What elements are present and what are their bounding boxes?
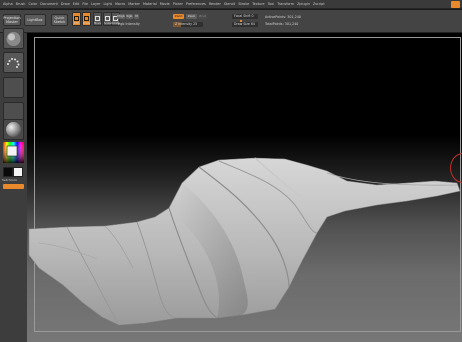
current-tool-thumbnail[interactable]	[3, 28, 24, 49]
active-points-readout: ActivePoints: 301,240	[265, 15, 301, 19]
menu-item-alpha[interactable]: Alpha	[3, 0, 13, 9]
focal-shift-value: 0	[251, 14, 254, 18]
mrgb-label: Mrgb	[117, 14, 125, 18]
rgb-toggle[interactable]: Rgb	[126, 14, 133, 19]
zadd-label: Zadd	[174, 14, 183, 18]
main-color-swatch[interactable]	[13, 167, 23, 177]
switch-color-label: SwitchColor	[2, 179, 18, 182]
z-intensity-value: 25	[193, 22, 198, 26]
zbrush-logo-button[interactable]	[451, 1, 460, 8]
draw-size-slider[interactable]: Draw Size 64	[232, 22, 258, 27]
menu-item-picker[interactable]: Picker	[173, 0, 183, 9]
focal-shift-slider[interactable]: Focal Shift 0	[232, 14, 258, 19]
slider-marker	[240, 20, 242, 22]
z-intensity-slider[interactable]: Z Intensity 25	[173, 22, 203, 27]
menu-item-file[interactable]: File	[82, 0, 88, 9]
menu-item-zplugin[interactable]: Zplugin	[297, 0, 310, 9]
menu-item-preferences[interactable]: Preferences	[186, 0, 206, 9]
menu-item-movie[interactable]: Movie	[160, 0, 170, 9]
alpha-thumbnail[interactable]	[3, 77, 24, 98]
color-picker[interactable]	[3, 142, 24, 163]
menu-item-tool[interactable]: Tool	[268, 0, 275, 9]
edit-icon	[74, 16, 79, 21]
projection-master-label: Projection Master	[3, 16, 21, 24]
sculpted-cloth-mesh	[28, 157, 461, 326]
zcut-toggle[interactable]: Zcut	[198, 14, 207, 19]
zcut-label: Zcut	[199, 14, 206, 18]
lightbox-label: LightBox	[27, 18, 43, 22]
rgb-intensity-label: Rgb Intensity	[118, 22, 140, 26]
secondary-color-swatch[interactable]	[3, 167, 13, 177]
tool-button-draw[interactable]: Draw	[82, 12, 91, 26]
draw-size-label: Draw Size	[234, 22, 250, 26]
quick-sketch-label: Quick Sketch	[53, 16, 66, 24]
tool-button-move[interactable]: Move	[93, 12, 102, 26]
menu-item-edit[interactable]: Edit	[73, 0, 80, 9]
color-swatch-icon	[3, 142, 24, 163]
menu-item-stencil[interactable]: Stencil	[224, 0, 235, 9]
menu-item-color[interactable]: Color	[28, 0, 37, 9]
move-icon	[95, 16, 100, 21]
menu-item-document[interactable]: Document	[40, 0, 58, 9]
projection-master-button[interactable]: Projection Master	[3, 14, 21, 26]
menu-item-material[interactable]: Material	[143, 0, 157, 9]
m-toggle[interactable]: M	[134, 14, 139, 19]
menu-item-layer[interactable]: Layer	[91, 0, 100, 9]
total-points-readout: TotalPoints: 301,240	[265, 22, 299, 26]
menu-item-stroke[interactable]: Stroke	[238, 0, 249, 9]
mrgb-toggle[interactable]: Mrgb	[117, 14, 125, 19]
menu-item-draw[interactable]: Draw	[61, 0, 70, 9]
tool-button-label: Move	[94, 22, 101, 25]
m-label: M	[135, 14, 138, 18]
stroke-thumbnail[interactable]	[3, 52, 24, 73]
top-shelf: Projection Master LightBox Quick Sketch …	[0, 10, 462, 33]
tool-button-label: Draw	[83, 22, 90, 25]
focal-shift-label: Focal Shift	[234, 14, 251, 18]
tool-button-label: Scale	[104, 22, 111, 25]
switch-color-button[interactable]	[3, 184, 24, 189]
lightbox-button[interactable]: LightBox	[24, 14, 46, 26]
menu-item-macro[interactable]: Macro	[115, 0, 125, 9]
menu-item-light[interactable]: Light	[103, 0, 111, 9]
left-tray: SwitchColor	[0, 28, 28, 342]
z-intensity-label: Z Intensity	[175, 22, 193, 26]
menu-item-texture[interactable]: Texture	[252, 0, 264, 9]
menu-item-brush[interactable]: Brush	[16, 0, 26, 9]
tool-button-edit[interactable]: Edit	[72, 12, 81, 26]
rgb-label: Rgb	[126, 14, 133, 18]
quick-sketch-button[interactable]: Quick Sketch	[51, 14, 68, 26]
stroke-dots-icon	[7, 58, 20, 68]
menu-item-zscript[interactable]: Zscript	[313, 0, 325, 9]
menu-item-marker[interactable]: Marker	[128, 0, 140, 9]
brush-preview-icon	[6, 32, 21, 46]
material-sphere-icon	[6, 122, 21, 137]
zsub-label: Zsub	[187, 14, 196, 18]
zsub-toggle[interactable]: Zsub	[186, 14, 197, 19]
scale-icon	[105, 16, 110, 21]
draw-icon	[84, 16, 89, 21]
menu-item-render[interactable]: Render	[209, 0, 221, 9]
document-canvas[interactable]	[27, 33, 462, 342]
menu-bar: Alpha Brush Color Document Draw Edit File Layer…	[0, 0, 462, 9]
draw-size-value: 64	[250, 22, 255, 26]
menu-item-transform[interactable]: Transform	[277, 0, 294, 9]
zadd-toggle[interactable]: Zadd	[173, 14, 184, 19]
material-thumbnail[interactable]	[3, 119, 24, 140]
tool-button-label: Edit	[73, 22, 80, 25]
